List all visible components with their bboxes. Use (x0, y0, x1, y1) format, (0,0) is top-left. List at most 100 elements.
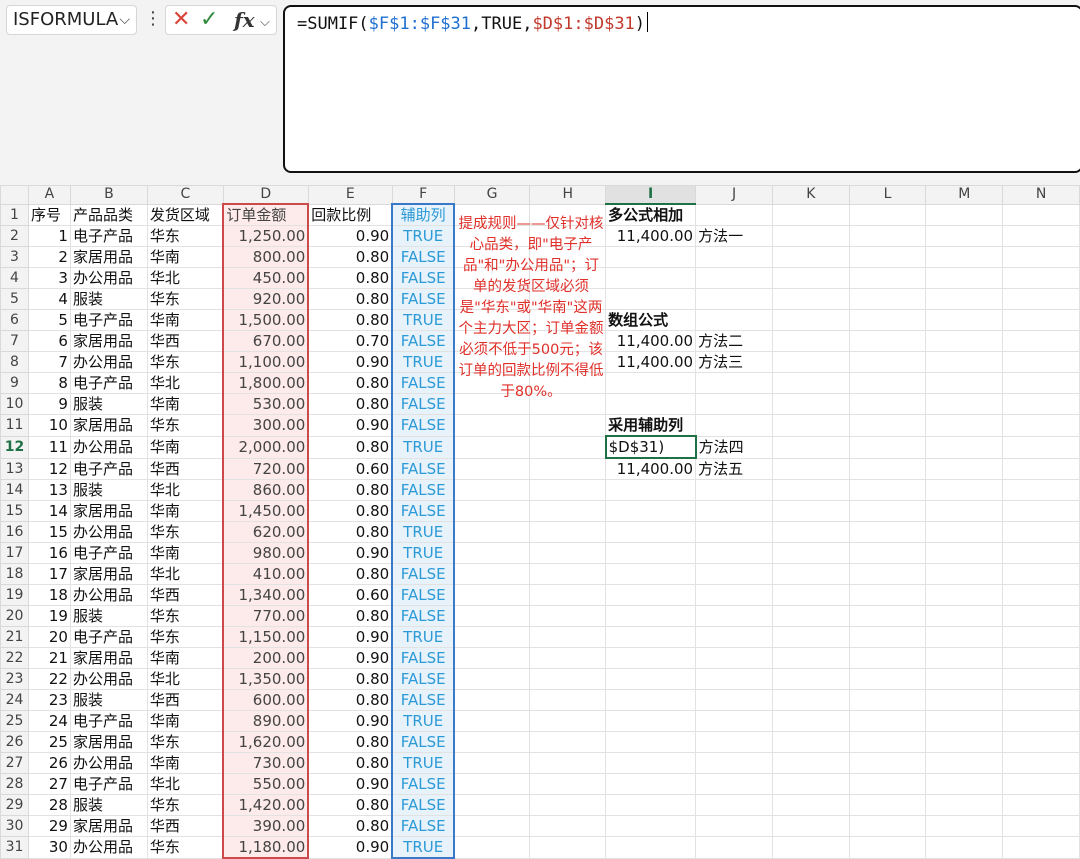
cell[interactable] (605, 267, 697, 289)
cell-seq[interactable]: 16 (27, 542, 71, 564)
cell[interactable] (771, 457, 850, 480)
cell-seq[interactable]: 1 (27, 225, 71, 247)
cell[interactable] (1002, 815, 1080, 837)
cell[interactable] (925, 752, 1004, 774)
cell-helper[interactable]: TRUE (391, 752, 456, 774)
side-label[interactable]: 多公式相加 (605, 203, 697, 226)
cell-category[interactable]: 服装 (69, 794, 148, 816)
cell[interactable] (771, 479, 850, 501)
cell-helper[interactable]: FALSE (391, 647, 456, 669)
cell-helper[interactable]: TRUE (391, 225, 456, 247)
cell-helper[interactable]: FALSE (391, 773, 456, 795)
cell[interactable] (453, 435, 531, 459)
column-header-n[interactable]: N (1002, 185, 1080, 205)
cell[interactable] (695, 500, 773, 522)
cell[interactable] (1002, 267, 1080, 289)
cell-ratio[interactable]: 0.80 (307, 815, 393, 837)
cell-category[interactable]: 办公用品 (69, 351, 148, 373)
cell-region[interactable]: 华南 (146, 309, 224, 331)
cell[interactable] (695, 288, 773, 310)
cell[interactable] (695, 710, 773, 732)
row-header[interactable]: 12 (0, 435, 29, 459)
cell[interactable] (529, 794, 607, 816)
row-header[interactable]: 4 (0, 267, 29, 289)
cell[interactable] (1002, 372, 1080, 394)
row-header[interactable]: 9 (0, 372, 29, 394)
cell-amount[interactable]: 390.00 (222, 815, 310, 837)
cell-ratio[interactable]: 0.90 (307, 351, 393, 373)
cell-seq[interactable]: 29 (27, 815, 71, 837)
cell-helper[interactable]: FALSE (391, 267, 456, 289)
cell[interactable] (848, 203, 927, 226)
cell[interactable] (695, 668, 773, 690)
cell[interactable] (925, 372, 1004, 394)
cell[interactable] (1002, 773, 1080, 795)
cell-amount[interactable]: 1,500.00 (222, 309, 310, 331)
cell-amount[interactable]: 980.00 (222, 542, 310, 564)
cell-category[interactable]: 办公用品 (69, 668, 148, 690)
cell-ratio[interactable]: 0.60 (307, 457, 393, 480)
cell[interactable] (848, 710, 927, 732)
cell[interactable] (529, 647, 607, 669)
cell-amount[interactable]: 860.00 (222, 479, 310, 501)
more-options-icon[interactable]: ⋮ (144, 8, 162, 29)
cell[interactable] (1002, 479, 1080, 501)
side-method[interactable] (695, 203, 773, 226)
cell[interactable] (453, 794, 531, 816)
column-header-c[interactable]: C (146, 185, 224, 205)
cell-ratio[interactable]: 0.80 (307, 563, 393, 585)
cell-region[interactable]: 华东 (146, 626, 224, 648)
cell[interactable] (925, 836, 1004, 859)
cell[interactable] (529, 500, 607, 522)
cell[interactable] (453, 836, 531, 859)
cell[interactable] (925, 330, 1004, 352)
cell-seq[interactable]: 9 (27, 393, 71, 415)
cell[interactable] (453, 752, 531, 774)
cell[interactable] (529, 584, 607, 606)
cell-helper[interactable]: FALSE (391, 372, 456, 394)
cell[interactable] (771, 605, 850, 627)
cell[interactable] (848, 225, 927, 247)
side-label[interactable]: 数组公式 (605, 309, 697, 331)
cell[interactable] (771, 794, 850, 816)
cell-category[interactable]: 家居用品 (69, 246, 148, 268)
insert-function-icon[interactable]: fx (234, 8, 255, 32)
row-header[interactable]: 10 (0, 393, 29, 415)
row-header[interactable]: 30 (0, 815, 29, 837)
cell[interactable] (529, 836, 607, 859)
cell-seq[interactable]: 10 (27, 414, 71, 437)
cell-category[interactable]: 办公用品 (69, 836, 148, 859)
cell[interactable] (605, 479, 697, 501)
cell[interactable] (771, 521, 850, 543)
cell-region[interactable]: 华南 (146, 246, 224, 268)
cell-region[interactable]: 华东 (146, 225, 224, 247)
cell[interactable] (1002, 605, 1080, 627)
row-header[interactable]: 20 (0, 605, 29, 627)
cell-helper[interactable]: FALSE (391, 457, 456, 480)
cell[interactable] (529, 815, 607, 837)
row-header[interactable]: 19 (0, 584, 29, 606)
cell[interactable] (605, 794, 697, 816)
cell-ratio[interactable]: 0.80 (307, 393, 393, 415)
cell[interactable] (529, 752, 607, 774)
cell-ratio[interactable]: 0.80 (307, 500, 393, 522)
cell[interactable] (453, 773, 531, 795)
cell-region[interactable]: 华东 (146, 605, 224, 627)
row-header[interactable]: 21 (0, 626, 29, 648)
cell-ratio[interactable]: 0.80 (307, 605, 393, 627)
cell[interactable] (925, 815, 1004, 837)
cell[interactable] (771, 584, 850, 606)
cell[interactable] (1002, 689, 1080, 711)
cell-amount[interactable]: 2,000.00 (222, 435, 310, 459)
cell[interactable] (1002, 542, 1080, 564)
cell-seq[interactable]: 7 (27, 351, 71, 373)
column-header-j[interactable]: J (695, 185, 773, 205)
cell-helper[interactable]: TRUE (391, 626, 456, 648)
row-header[interactable]: 24 (0, 689, 29, 711)
cell-category[interactable]: 家居用品 (69, 815, 148, 837)
cell-helper[interactable]: FALSE (391, 563, 456, 585)
cell[interactable] (848, 836, 927, 859)
cell-amount[interactable]: 1,100.00 (222, 351, 310, 373)
cell[interactable] (925, 647, 1004, 669)
cell-region[interactable]: 华东 (146, 414, 224, 437)
